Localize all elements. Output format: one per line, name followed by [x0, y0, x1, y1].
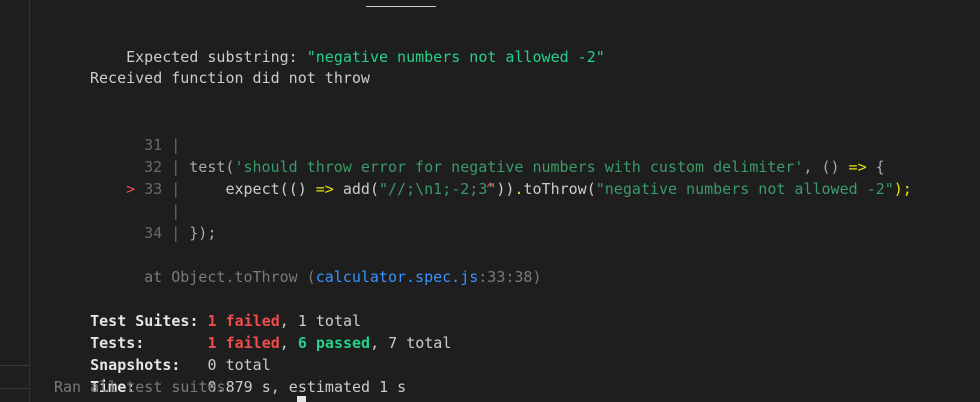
summary-test-suites: Test Suites: 1 failed, 1 total: [54, 288, 361, 330]
ran-all-message: Ran all test suites.: [54, 378, 235, 396]
tests-passed-count: 6 passed: [297, 334, 371, 352]
gutter-tick: [0, 388, 29, 389]
code-frame-line: 31 |: [108, 112, 180, 154]
stack-trace-line: at Object.toThrow (calculator.spec.js:33…: [108, 244, 541, 286]
terminal-cursor: [297, 396, 306, 402]
stack-position: :33:38: [478, 268, 533, 286]
terminal-left-gutter: [0, 0, 29, 402]
line-number: 34: [144, 224, 163, 242]
stack-file-link[interactable]: calculator.spec.js: [316, 268, 479, 286]
code-token: )): [496, 180, 515, 198]
gutter-divider: [29, 0, 30, 402]
error-caret: ^: [486, 180, 496, 198]
code-string: "//;\n1;-2;3": [379, 180, 497, 198]
terminal-panel[interactable]: Expected substring: "negative numbers no…: [0, 0, 980, 402]
tests-total: , 7 total: [370, 334, 452, 352]
line-separator: |: [171, 224, 181, 242]
expected-value: "negative numbers not allowed -2": [306, 48, 605, 66]
summary-time: Time: 0.879 s, estimated 1 s: [54, 354, 406, 396]
code-token: });: [189, 224, 217, 242]
code-frame-line-highlighted: > 33 | expect(() => add("//;\n1;-2;3")).…: [90, 156, 912, 198]
code-token: .: [514, 180, 524, 198]
code-string: "negative numbers not allowed -2": [595, 180, 894, 198]
stack-suffix: ): [532, 268, 542, 286]
time-value: 0.879 s, estimated 1 s: [207, 378, 407, 396]
expected-substring-line: Expected substring: "negative numbers no…: [90, 24, 605, 66]
summary-snapshots: Snapshots: 0 total: [54, 332, 271, 374]
code-token: (): [288, 180, 316, 198]
received-message: Received function did not throw: [90, 69, 370, 87]
summary-tests: Tests: 1 failed, 6 passed, 7 total: [54, 310, 451, 352]
code-token: (: [586, 180, 596, 198]
code-frame-caret-line: |: [108, 178, 180, 220]
summary-separator: ,: [279, 334, 298, 352]
code-frame-line: 34 | });: [108, 200, 216, 242]
code-token: );: [893, 180, 912, 198]
code-frame-line: 32 | test('should throw error for negati…: [108, 134, 885, 176]
stack-prefix: at Object.toThrow (: [144, 268, 316, 286]
code-token: expect(: [225, 180, 289, 198]
expected-label: Expected substring:: [126, 48, 307, 66]
code-method: toThrow: [523, 180, 587, 198]
code-token: add(: [333, 180, 379, 198]
gutter-tick: [0, 365, 29, 366]
scroll-marker: [366, 6, 436, 7]
code-arrow: =>: [315, 180, 334, 198]
